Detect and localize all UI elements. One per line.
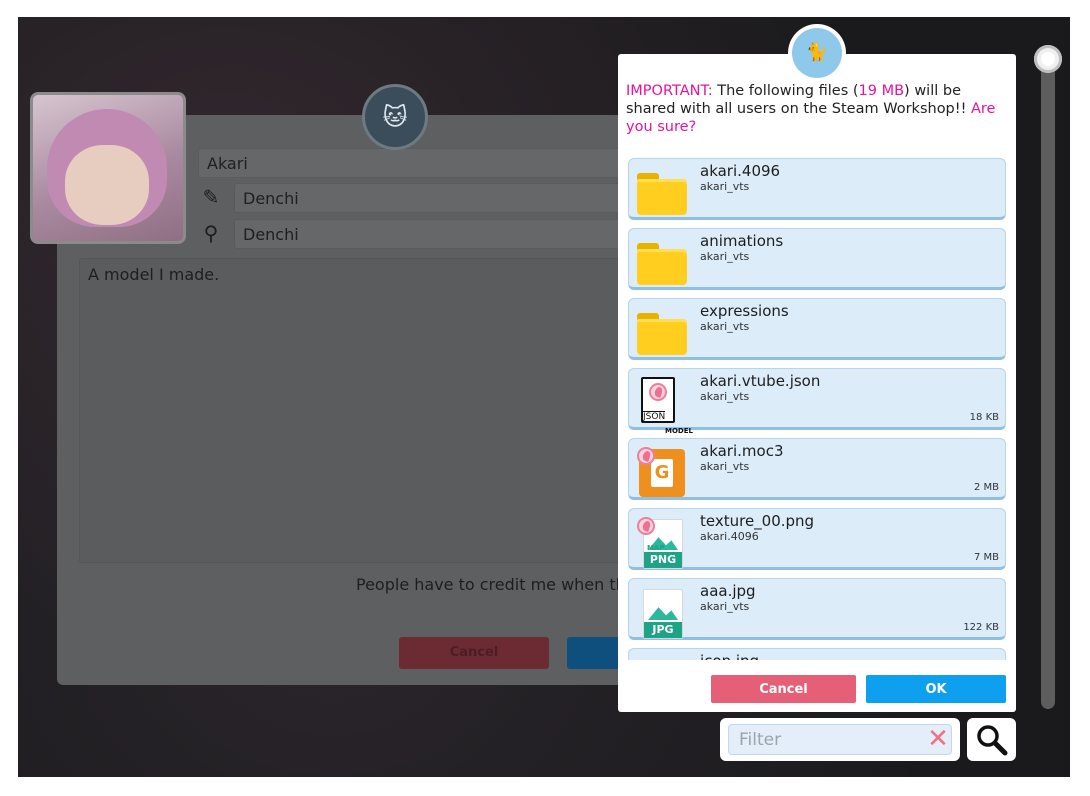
file-parent: akari_vts (700, 460, 750, 473)
file-parent: akari_vts (700, 600, 750, 613)
file-name: expressions (700, 302, 789, 320)
credit-text: People have to credit me when they u (356, 575, 661, 594)
file-parent: akari.4096 (700, 530, 759, 543)
file-name: aaa.jpg (700, 582, 756, 600)
cat-logo-icon: 🐱 (362, 84, 428, 150)
file-name: akari.vtube.json (700, 372, 821, 390)
file-name: akari.4096 (700, 162, 781, 180)
file-item-icon-jpg[interactable]: icon.jpg (628, 648, 1006, 660)
magnifier-icon (976, 724, 1007, 755)
message-text-1: The following files ( (712, 83, 859, 99)
live2d-heart-icon (649, 383, 667, 401)
description-field: A model I made. (79, 258, 639, 563)
file-name: icon.jpg (700, 652, 759, 660)
rigger-field: Denchi (234, 219, 628, 249)
model-icon-label: MODEL (665, 427, 693, 435)
scrollbar-track[interactable] (1041, 57, 1055, 709)
file-size: 18 KB (969, 412, 999, 423)
model-avatar (30, 92, 186, 244)
file-size: 2 MB (973, 482, 999, 493)
jpg-file-icon: JPG (637, 587, 687, 639)
file-item-texture-00-png[interactable]: MAP PNG texture_00.png akari.4096 7 MB (628, 508, 1006, 570)
cancel-button[interactable]: Cancel (711, 675, 856, 703)
scrollbar-thumb[interactable] (1034, 45, 1062, 73)
file-item-akari-4096[interactable]: akari.4096 akari_vts (628, 158, 1006, 220)
moc3-file-icon: G (637, 447, 687, 497)
file-size: 7 MB (973, 552, 999, 563)
folder-icon (637, 167, 687, 215)
file-parent: akari_vts (700, 180, 750, 193)
png-texture-file-icon: MAP PNG (637, 517, 687, 569)
filter-input[interactable] (728, 724, 952, 755)
file-parent: akari_vts (700, 390, 750, 403)
share-warning-message: IMPORTANT: The following files (19 MB) w… (626, 82, 1006, 136)
search-button[interactable] (967, 718, 1016, 761)
moc-icon-letter: G (651, 459, 673, 487)
share-confirmation-modal: IMPORTANT: The following files (19 MB) w… (618, 54, 1016, 712)
live2d-heart-icon (637, 447, 655, 465)
file-name: akari.moc3 (700, 442, 784, 460)
file-item-akari-moc3[interactable]: G akari.moc3 akari_vts 2 MB (628, 438, 1006, 500)
filter-bar: ✕ (720, 718, 960, 761)
file-item-animations[interactable]: animations akari_vts (628, 228, 1006, 290)
model-name-field: Akari (198, 148, 628, 178)
file-parent: akari_vts (700, 250, 750, 263)
live2d-heart-icon (637, 517, 655, 535)
jpg-icon-label: JPG (644, 622, 682, 638)
total-size: 19 MB (858, 83, 905, 99)
avatar-face (65, 145, 149, 225)
folder-icon (637, 307, 687, 355)
file-item-akari-vtube-json[interactable]: JSON MODEL akari.vtube.json akari_vts 18… (628, 368, 1006, 435)
file-item-expressions[interactable]: expressions akari_vts (628, 298, 1006, 360)
clear-filter-icon[interactable]: ✕ (924, 724, 952, 754)
folder-icon (637, 237, 687, 285)
ok-button[interactable]: OK (866, 675, 1006, 703)
json-model-file-icon: JSON MODEL (637, 377, 693, 435)
rigger-icon: ⚲ (203, 221, 219, 245)
file-size: 122 KB (963, 622, 999, 633)
file-item-aaa-jpg[interactable]: JPG aaa.jpg akari_vts 122 KB (628, 578, 1006, 640)
file-name: animations (700, 232, 784, 250)
file-parent: akari_vts (700, 320, 750, 333)
important-label: IMPORTANT: (626, 83, 713, 99)
artist-field: Denchi (234, 183, 628, 213)
file-list[interactable]: akari.4096 akari_vts animations akari_vt… (628, 158, 1008, 660)
modal-actions: Cancel OK (618, 670, 1016, 706)
map-icon-label: MAP (647, 544, 665, 552)
file-name: texture_00.png (700, 512, 815, 530)
jpg-shape: JPG (643, 589, 683, 639)
jpg-file-icon (637, 657, 687, 660)
app-window: Akari ✎ Denchi ⚲ Denchi A model I made. … (18, 17, 1070, 777)
json-icon-label: JSON (643, 411, 666, 422)
artist-icon: ✎ (202, 185, 220, 209)
background-cancel-button: Cancel (399, 637, 549, 669)
cats-logo-icon: 🐈 (788, 24, 846, 82)
png-icon-label: PNG (644, 552, 682, 568)
